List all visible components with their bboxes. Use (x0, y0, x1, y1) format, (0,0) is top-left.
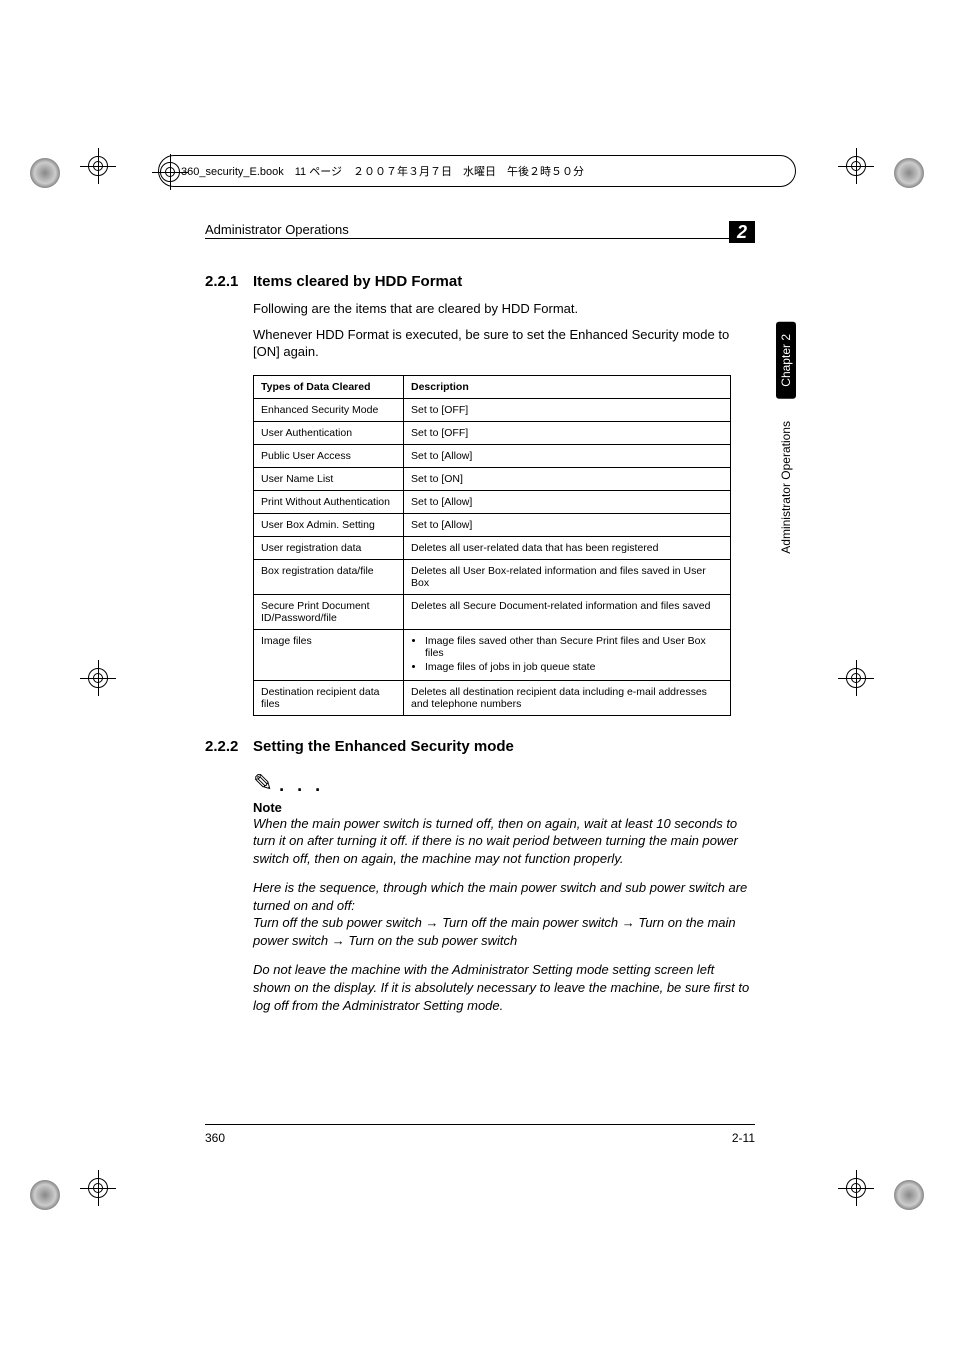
registration-radial-tl (25, 153, 65, 193)
chapter-number: 2 (736, 222, 747, 242)
crosshair-mr (838, 660, 874, 696)
hdd-format-table: Types of Data Cleared Description Enhanc… (253, 375, 731, 716)
registration-radial-bl (25, 1175, 65, 1215)
page-content: Administrator Operations 2 2.2.1 Items c… (205, 215, 755, 1145)
table-row: User AuthenticationSet to [OFF] (254, 421, 731, 444)
table-row: Image files Image files saved other than… (254, 629, 731, 680)
table-row: Secure Print Document ID/Password/fileDe… (254, 594, 731, 629)
table-row: User registration dataDeletes all user-r… (254, 536, 731, 559)
section-2-2-1-heading: 2.2.1 Items cleared by HDD Format (205, 273, 755, 290)
note-icon: ✎ (253, 769, 273, 798)
printers-bar: 360_security_E.book 11 ページ ２００７年３月７日 水曜日… (158, 155, 796, 187)
side-tab-chapter: Chapter 2 (776, 322, 796, 399)
header-title: Administrator Operations (205, 222, 349, 237)
note-p3: Turn off the sub power switch → Turn off… (253, 914, 755, 949)
note-dots: . . . (279, 775, 324, 796)
page-footer: 360 2-11 (205, 1124, 755, 1145)
table-row: User Box Admin. SettingSet to [Allow] (254, 513, 731, 536)
section-2-2-2-heading: 2.2.2 Setting the Enhanced Security mode (205, 738, 755, 755)
th-desc: Description (404, 375, 731, 398)
registration-radial-tr (889, 153, 929, 193)
section-title: Setting the Enhanced Security mode (253, 738, 514, 755)
crosshair-tl (80, 148, 116, 184)
table-row: Destination recipient data filesDeletes … (254, 680, 731, 715)
arrow-icon: → (332, 933, 345, 948)
footer-left: 360 (205, 1131, 225, 1145)
list-item: Image files saved other than Secure Prin… (425, 635, 723, 659)
table-head-row: Types of Data Cleared Description (254, 375, 731, 398)
table-row: Enhanced Security ModeSet to [OFF] (254, 398, 731, 421)
image-files-bullets: Image files saved other than Secure Prin… (411, 635, 723, 673)
th-types: Types of Data Cleared (254, 375, 404, 398)
crosshair-ml (80, 660, 116, 696)
side-tabs: Chapter 2 Administrator Operations (776, 322, 796, 565)
note-p2: Here is the sequence, through which the … (253, 879, 755, 914)
crosshair-bl (80, 1170, 116, 1206)
list-item: Image files of jobs in job queue state (425, 661, 723, 673)
note-p1: When the main power switch is turned off… (253, 815, 755, 868)
section-title: Items cleared by HDD Format (253, 273, 462, 290)
section-num: 2.2.1 (205, 273, 253, 290)
crosshair-tr (838, 148, 874, 184)
note-icon-row: ✎ . . . (253, 769, 755, 798)
registration-radial-br (889, 1175, 929, 1215)
section1-p1: Following are the items that are cleared… (253, 300, 755, 318)
arrow-icon: → (425, 915, 438, 930)
table-row: Print Without AuthenticationSet to [Allo… (254, 490, 731, 513)
table-row: Box registration data/fileDeletes all Us… (254, 559, 731, 594)
section1-p2: Whenever HDD Format is executed, be sure… (253, 326, 755, 361)
printers-bar-text: 360_security_E.book 11 ページ ２００７年３月７日 水曜日… (181, 163, 584, 179)
table-row: Public User AccessSet to [Allow] (254, 444, 731, 467)
section-num: 2.2.2 (205, 738, 253, 755)
arrow-icon: → (622, 915, 635, 930)
crosshair-br (838, 1170, 874, 1206)
table-row: User Name ListSet to [ON] (254, 467, 731, 490)
crosshair-bar (152, 154, 188, 190)
note-p4: Do not leave the machine with the Admini… (253, 961, 755, 1014)
page-header: Administrator Operations 2 (205, 215, 755, 239)
footer-right: 2-11 (732, 1131, 755, 1145)
side-tab-section: Administrator Operations (776, 409, 796, 566)
note-label: Note (253, 800, 755, 815)
chapter-number-box: 2 (729, 221, 755, 243)
